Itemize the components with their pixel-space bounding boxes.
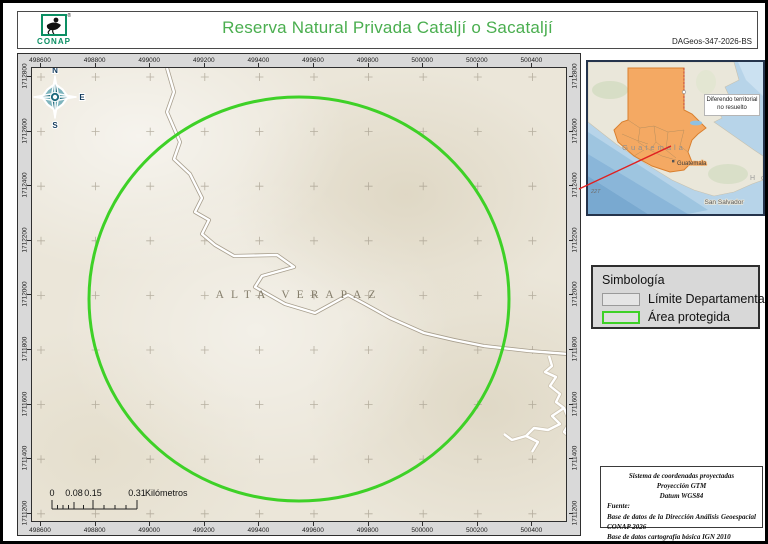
- honduras-label: H o: [750, 175, 763, 182]
- legend-item-protected-area: Área protegida: [602, 310, 749, 324]
- x-axis-label-bottom: 499600: [302, 526, 324, 534]
- compass-north-label: N: [52, 67, 58, 75]
- header: ® CONAP Reserva Natural Privada Cataljí …: [17, 11, 758, 49]
- coordinate-tick: [569, 185, 573, 187]
- coordinate-tick: [531, 63, 533, 67]
- scalebar-ticks: [51, 500, 138, 510]
- coordinate-tick: [367, 522, 369, 526]
- legend-title: Simbología: [602, 273, 665, 287]
- inset-locator-map: Guatemala Guatemala San Salvador H o 22T…: [586, 60, 765, 216]
- coordinate-tick: [476, 522, 478, 526]
- trail-lines: [502, 355, 566, 454]
- coordinate-tick: [569, 294, 573, 296]
- x-axis-label-bottom: 500000: [411, 526, 434, 534]
- protected-area-swatch: [602, 310, 640, 324]
- coordinate-tick: [531, 522, 533, 526]
- coordinate-tick: [422, 63, 424, 67]
- map-document: ® CONAP Reserva Natural Privada Cataljí …: [0, 0, 768, 544]
- country-label: Guatemala: [622, 143, 686, 152]
- x-axis-label-bottom: 500400: [520, 526, 543, 534]
- x-axis-label-bottom: 499800: [356, 526, 379, 534]
- coordinate-tick: [569, 512, 573, 514]
- compass-rose-icon: N E S O: [32, 67, 86, 130]
- x-axis-label-bottom: 499200: [192, 526, 215, 534]
- coordinate-tick: [258, 522, 260, 526]
- source-1: Base de datos de la Dirección Análisis G…: [607, 512, 756, 531]
- coordinate-tick: [203, 522, 205, 526]
- source-2: Base de datos cartografía básica IGN 201…: [607, 532, 731, 541]
- coordinate-tick: [27, 239, 31, 241]
- source-heading: Fuente:: [607, 502, 630, 511]
- territorial-note: Diferendo territorial no resuelto: [704, 94, 760, 116]
- compass-east-label: E: [79, 93, 85, 102]
- coordinate-tick: [40, 63, 41, 67]
- grid-zone-label: 22T: [590, 189, 601, 195]
- department-boundary-swatch: [602, 292, 640, 306]
- coordinate-tick: [313, 63, 314, 67]
- department-label: ALTA VERAPAZ: [215, 289, 383, 301]
- coordinate-tick: [258, 63, 260, 67]
- legend-item-department: Límite Departamental: [602, 292, 765, 306]
- coordinate-tick: [476, 63, 478, 67]
- document-code: DAGeos-347-2026-BS: [671, 37, 752, 46]
- coordinate-tick: [569, 458, 573, 460]
- x-axis-label-bottom: 498800: [83, 526, 106, 534]
- coordinate-tick: [27, 458, 31, 460]
- x-axis-label-bottom: 499000: [138, 526, 161, 534]
- scalebar-label-3: 0.31: [128, 488, 146, 498]
- coordinate-tick: [40, 522, 41, 526]
- map-canvas: N E S O ALTA VERAPAZ 0 0.08 0.15 0.31 Ki…: [31, 67, 567, 522]
- coordinate-tick: [569, 349, 573, 350]
- scalebar-label-1: 0.08: [65, 488, 83, 498]
- coordinate-tick: [569, 76, 573, 77]
- coordinate-tick: [569, 239, 573, 241]
- coordinate-tick: [94, 63, 96, 67]
- x-axis-label-bottom: 500200: [465, 526, 488, 534]
- coordinate-tick: [27, 76, 31, 77]
- coordinate-tick: [569, 403, 573, 405]
- coordinate-tick: [27, 403, 31, 405]
- credits-box: Sistema de coordenadas proyectadas Proye…: [600, 466, 763, 541]
- coordinate-tick: [203, 63, 205, 67]
- x-axis-label-bottom: 499400: [247, 526, 270, 534]
- legend: Simbología Límite Departamental Área pro…: [591, 265, 765, 329]
- logo-text: CONAP: [37, 37, 71, 46]
- coordinate-tick: [149, 63, 151, 67]
- scalebar-label-2: 0.15: [84, 488, 102, 498]
- coordinate-tick: [94, 522, 96, 526]
- crs-line: Sistema de coordenadas proyectadas: [628, 472, 735, 480]
- scalebar-unit: Kilómetros: [145, 488, 188, 498]
- page-title: Reserva Natural Privada Cataljí o Sacata…: [222, 18, 553, 37]
- coordinate-tick: [422, 522, 424, 526]
- coordinate-tick: [149, 522, 151, 526]
- scalebar-label-0: 0: [49, 488, 55, 498]
- road-lines: [165, 68, 566, 356]
- coordinate-tick: [27, 512, 31, 514]
- coordinate-tick: [27, 294, 31, 296]
- map-frame: N E S O ALTA VERAPAZ 0 0.08 0.15 0.31 Ki…: [17, 53, 581, 536]
- compass-south-label: S: [52, 121, 58, 130]
- x-axis-label-bottom: 498600: [29, 526, 51, 534]
- coordinate-tick: [367, 63, 369, 67]
- city-label: Guatemala: [677, 161, 707, 167]
- datum-line: Datum WGS84: [659, 492, 704, 501]
- coordinate-tick: [27, 185, 31, 187]
- coordinate-tick: [569, 130, 573, 132]
- coordinate-tick: [313, 522, 314, 526]
- neighbor-city-label: San Salvador: [704, 199, 744, 206]
- coordinate-tick: [27, 130, 31, 132]
- projection-line: Proyección GTM: [656, 482, 707, 491]
- coordinate-tick: [27, 349, 31, 350]
